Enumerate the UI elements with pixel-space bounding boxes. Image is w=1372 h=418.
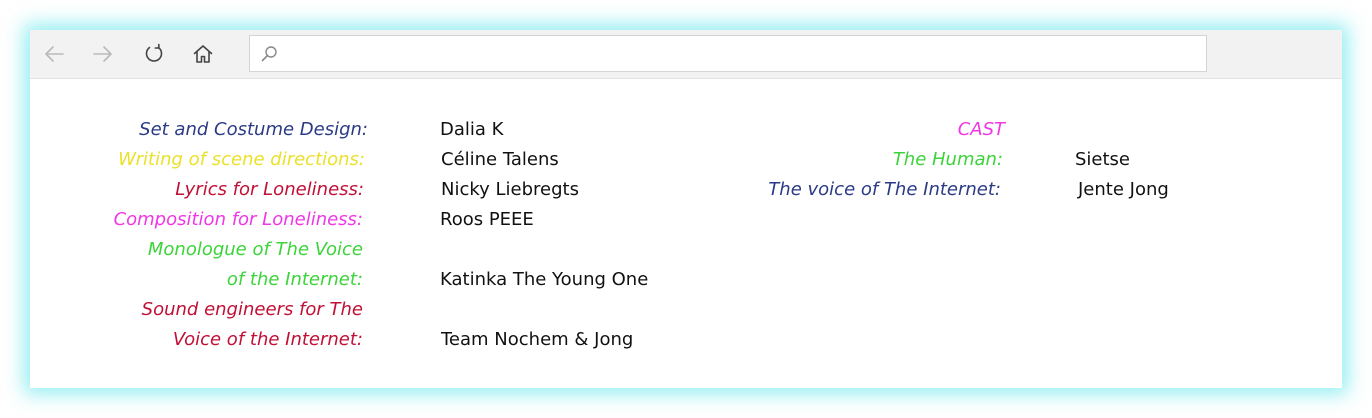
refresh-button[interactable] — [138, 38, 170, 70]
credit-label-set-costume: Set and Costume Design: — [139, 119, 368, 140]
back-button[interactable] — [38, 38, 70, 70]
credit-value-composition: Roos PEEE — [440, 209, 534, 230]
home-button[interactable] — [187, 38, 219, 70]
address-bar[interactable] — [249, 35, 1207, 72]
credit-value-set-costume: Dalia K — [440, 119, 504, 140]
cast-role-human: The Human: — [892, 149, 1003, 170]
credit-value-sound: Team Nochem & Jong — [441, 329, 634, 350]
cast-name-human: Sietse — [1075, 149, 1131, 170]
address-input[interactable] — [286, 40, 1190, 69]
credit-label-sound-line2: Voice of the Internet: — [172, 329, 363, 350]
credit-label-monologue-line1: Monologue of The Voice — [147, 239, 363, 260]
cast-name-internet-voice: Jente Jong — [1078, 179, 1169, 200]
browser-window: Set and Costume Design: Dalia K Writing … — [30, 30, 1342, 388]
credit-value-lyrics: Nicky Liebregts — [441, 179, 579, 200]
credit-value-scene-directions: Céline Talens — [441, 149, 559, 170]
forward-button[interactable] — [87, 38, 119, 70]
arrow-right-icon — [93, 46, 112, 62]
arrow-left-icon — [45, 46, 64, 62]
browser-toolbar — [30, 30, 1342, 79]
home-icon — [193, 45, 213, 63]
credit-label-scene-directions: Writing of scene directions: — [118, 149, 365, 170]
credit-label-monologue-line2: of the Internet: — [226, 269, 363, 290]
credit-label-lyrics: Lyrics for Loneliness: — [175, 179, 364, 200]
credit-label-composition: Composition for Loneliness: — [113, 209, 363, 230]
credit-value-monologue: Katinka The Young One — [440, 269, 649, 290]
search-icon — [261, 46, 277, 62]
refresh-icon — [145, 43, 163, 62]
cast-role-internet-voice: The voice of The Internet: — [768, 179, 1001, 200]
cast-heading: CAST — [957, 119, 1005, 140]
credit-label-sound-line1: Sound engineers for The — [141, 299, 363, 320]
